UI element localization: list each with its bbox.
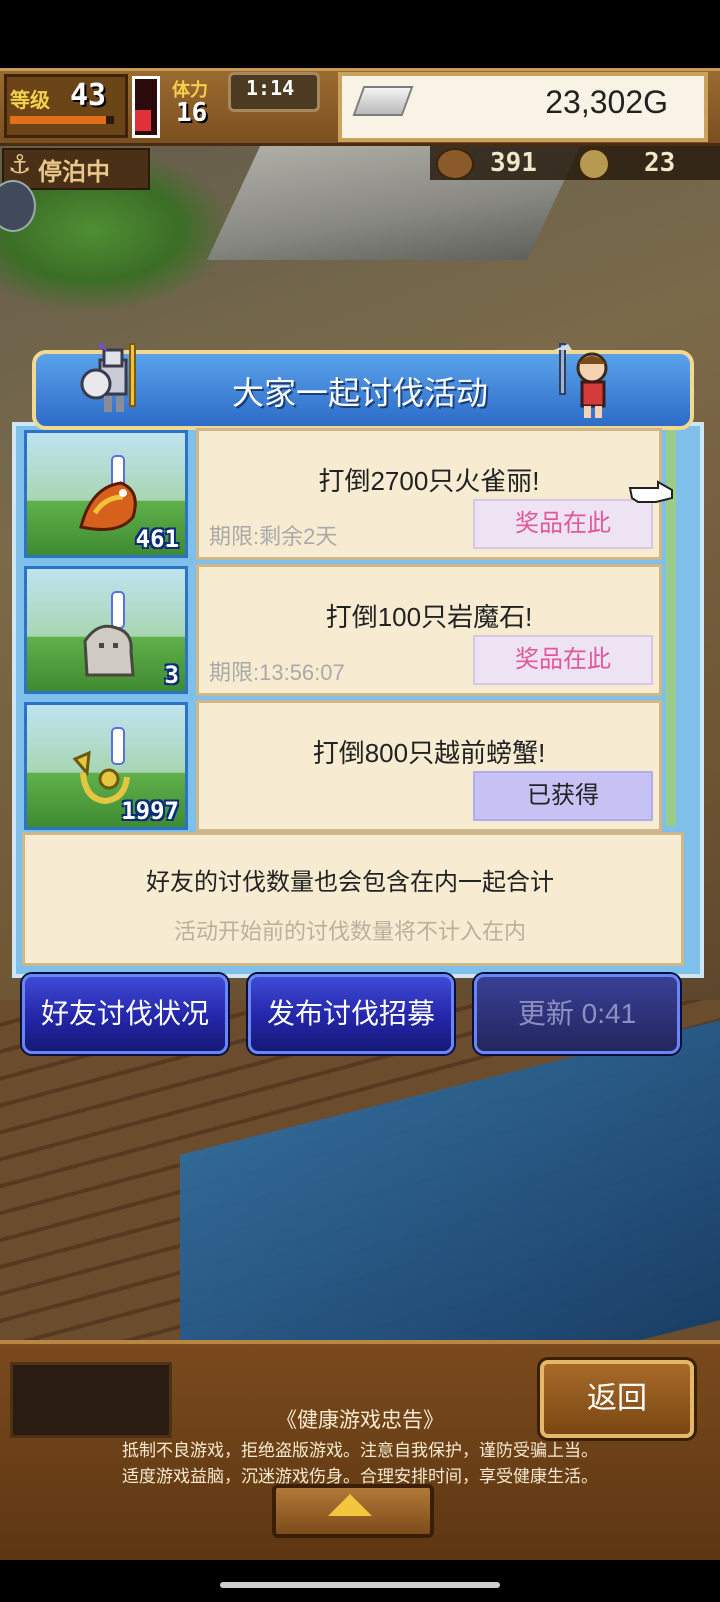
health-notice-line-1: 抵制不良游戏，拒绝盗版游戏。注意自我保护，谨防受骗上当。 xyxy=(122,1441,598,1460)
quest-3-title: 打倒800只越前螃蟹! xyxy=(312,738,546,768)
info-line-2: 活动开始前的讨伐数量将不计入在内 xyxy=(173,919,526,944)
quest-2-card: 打倒100只岩魔石! 期限:13:56:07 奖品在此 xyxy=(196,564,662,696)
quest-2-thumbnail: 3 xyxy=(24,566,188,694)
knight-icon xyxy=(80,342,136,412)
system-nav-area xyxy=(0,1560,720,1602)
quest-1-card: 打倒2700只火雀丽! 期限:剩余2天 奖品在此 xyxy=(196,428,662,560)
level-label: 等级 xyxy=(10,88,50,112)
health-notice-title: 《健康游戏忠告》 xyxy=(276,1409,444,1432)
quest-2-progress: 3 xyxy=(164,661,179,689)
info-line-1: 好友的讨伐数量也会包含在内一起合计 xyxy=(146,869,554,896)
publish-recruit-button[interactable]: 发布讨伐招募 xyxy=(248,974,454,1054)
money-amount: 23,302G xyxy=(545,84,668,120)
pointing-hand-icon xyxy=(628,480,673,503)
exp-bar-fill xyxy=(10,116,106,124)
resource-2-count: 23 xyxy=(644,148,676,178)
level-value: 43 xyxy=(70,78,107,113)
quest-1-prize-button[interactable]: 奖品在此 xyxy=(473,499,653,549)
event-title: 大家一起讨伐活动 xyxy=(231,375,488,411)
quest-2-prize-button[interactable]: 奖品在此 xyxy=(473,635,653,685)
stamina-value: 16 xyxy=(176,98,208,128)
up-arrow-icon xyxy=(328,1494,372,1516)
quest-2-deadline: 期限:13:56:07 xyxy=(209,660,345,685)
quest-3-progress: 1997 xyxy=(121,797,179,825)
quest-2-title: 打倒100只岩魔石! xyxy=(325,602,533,632)
girl-with-trident-icon xyxy=(554,343,608,418)
rock-golem-icon xyxy=(83,624,135,677)
stamina-timer: 1:14 xyxy=(246,76,295,100)
quest-1-title: 打倒2700只火雀丽! xyxy=(318,466,540,496)
friends-status-button[interactable]: 好友讨伐状况 xyxy=(22,974,228,1054)
quest-1-progress: 461 xyxy=(135,525,179,553)
home-indicator[interactable] xyxy=(220,1582,500,1588)
quest-1-deadline: 期限:剩余2天 xyxy=(209,524,338,549)
stamina-gauge-fill xyxy=(135,110,151,131)
anchor-icon: ⚓ xyxy=(8,150,32,180)
refresh-button[interactable]: 更新 0:41 xyxy=(474,974,680,1054)
quest-3-thumbnail: 1997 xyxy=(24,702,188,830)
resource-1-count: 391 xyxy=(490,148,537,178)
docked-status: 停泊中 xyxy=(38,159,110,186)
quest-3-card: 打倒800只越前螃蟹! 已获得 xyxy=(196,700,662,832)
quest-1-thumbnail: 461 xyxy=(24,430,188,558)
barrel-icon xyxy=(436,148,474,180)
medal-icon xyxy=(578,148,610,180)
quest-3-obtained-button[interactable]: 已获得 xyxy=(473,771,653,821)
system-status-bar xyxy=(0,0,720,68)
